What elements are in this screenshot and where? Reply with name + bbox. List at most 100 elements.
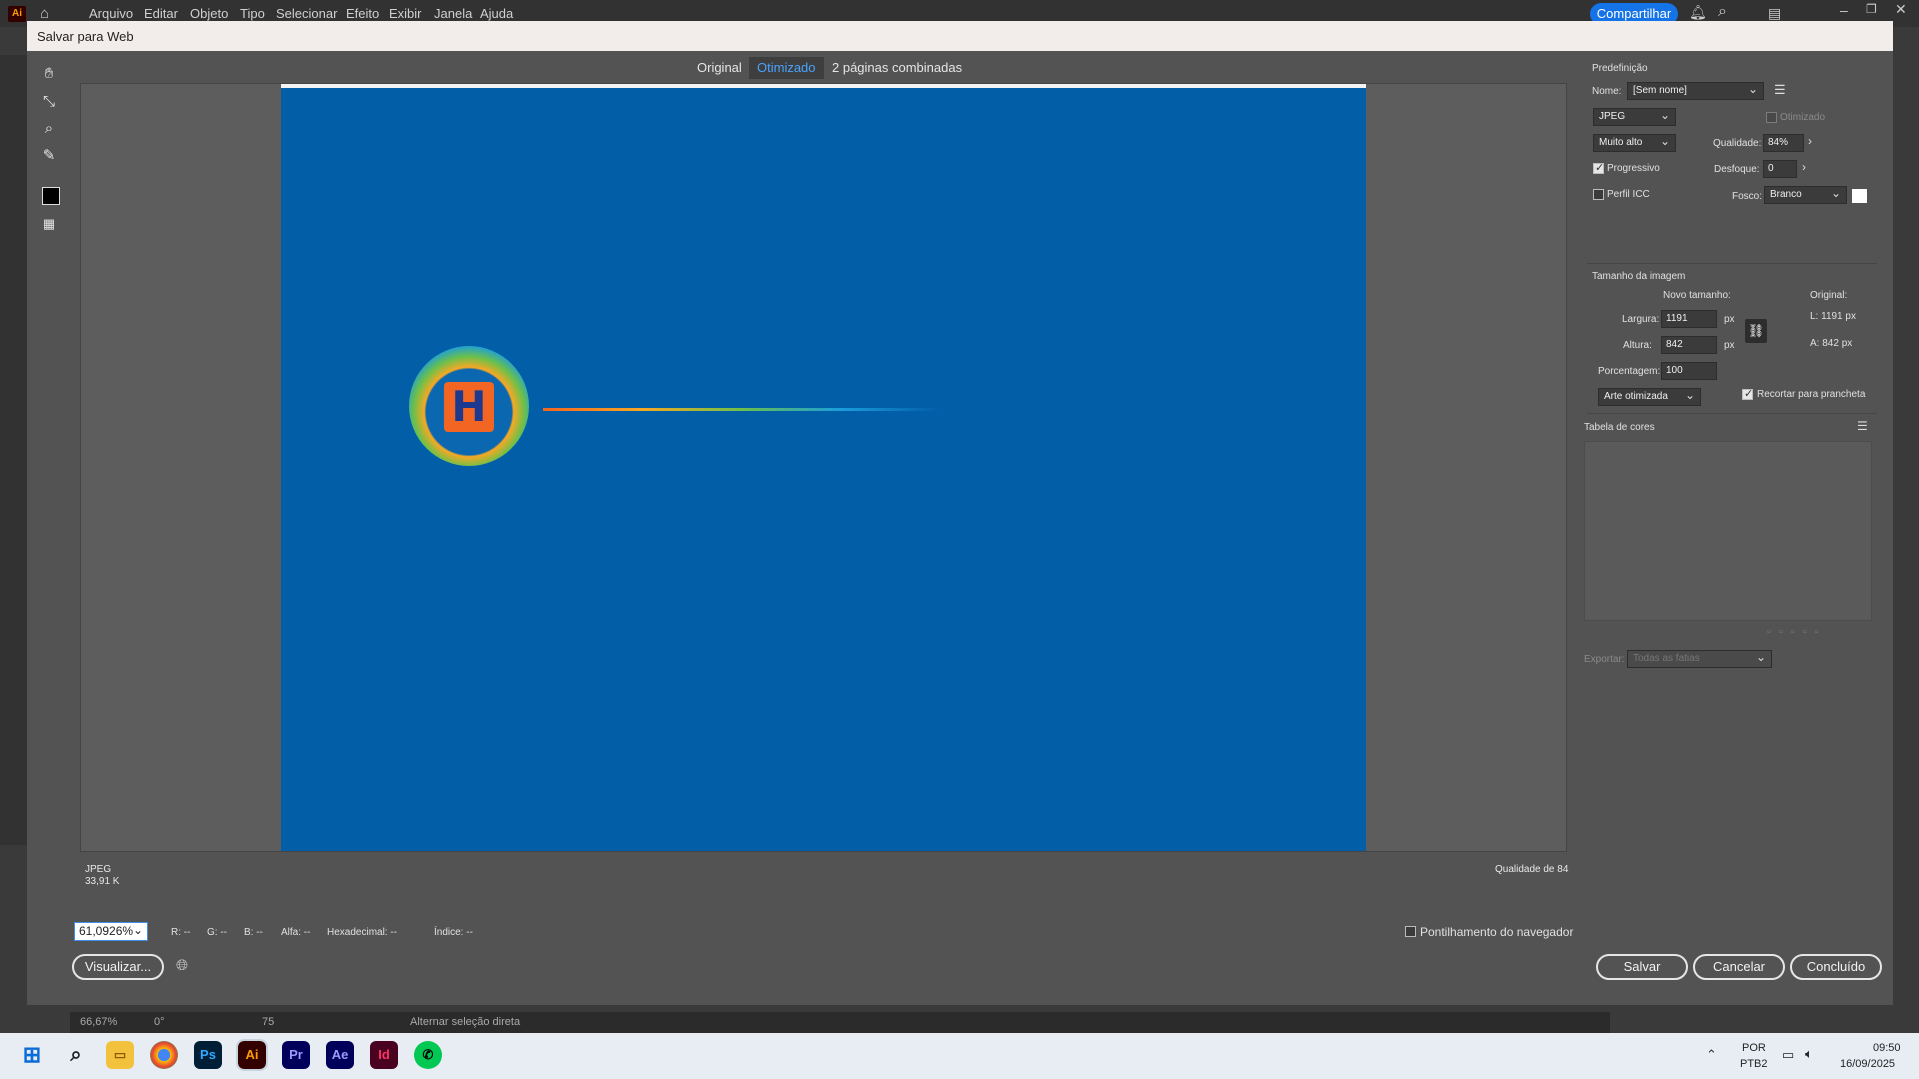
output-format: JPEG (85, 864, 112, 875)
panel-divider (1587, 263, 1877, 264)
clip-to-artboard-checkbox[interactable] (1742, 387, 1753, 400)
icc-profile-checkbox[interactable] (1593, 189, 1604, 200)
optimized-label: Otimizado (1780, 112, 1826, 123)
photoshop-icon[interactable]: Ps (194, 1041, 222, 1069)
toggle-slices-icon[interactable]: ▦ (37, 213, 61, 235)
status-page[interactable]: 75 (262, 1016, 274, 1028)
menu-efeito[interactable]: Efeito (346, 6, 379, 21)
output-quality-note: Qualidade de 84 (1495, 864, 1569, 875)
eyedropper-color-swatch[interactable] (42, 187, 60, 205)
illustrator-logo: Ai (8, 6, 26, 22)
matte-color-swatch[interactable] (1852, 189, 1867, 203)
network-icon[interactable]: ▭ (1782, 1047, 1794, 1063)
menu-selecionar[interactable]: Selecionar (276, 6, 337, 21)
color-table-heading: Tabela de cores (1584, 422, 1655, 433)
tab-optimized[interactable]: Otimizado (749, 57, 824, 79)
after-effects-icon[interactable]: Ae (326, 1041, 354, 1069)
icc-profile-label: Perfil ICC (1607, 189, 1650, 200)
zoom-tool-icon[interactable]: ⌕ (37, 118, 61, 140)
file-explorer-icon[interactable]: ▭ (106, 1041, 134, 1069)
quality-slider-arrow-icon[interactable]: › (1808, 134, 1812, 148)
color-table-grid[interactable] (1584, 441, 1872, 621)
eyedropper-tool-icon[interactable]: ✎ (37, 145, 61, 167)
panel-menu-icon[interactable]: ☰ (1774, 82, 1786, 98)
status-mode[interactable]: Alternar seleção direta (410, 1016, 520, 1028)
constrain-proportions-link-icon[interactable]: ⛓︎ (1745, 319, 1767, 343)
workspace-icon[interactable]: ▤ (1768, 5, 1781, 22)
blur-slider-arrow-icon[interactable]: › (1802, 160, 1806, 174)
maximize-icon[interactable]: ❐ (1866, 2, 1877, 16)
indesign-icon[interactable]: Id (370, 1041, 398, 1069)
preset-heading: Predefinição (1592, 63, 1648, 74)
tab-2-up[interactable]: 2 páginas combinadas (824, 57, 970, 79)
preset-name-dropdown[interactable]: [Sem nome] (1627, 81, 1764, 100)
volume-icon[interactable]: 🔈︎ (1805, 1046, 1813, 1062)
status-zoom[interactable]: 66,67% (80, 1016, 117, 1028)
readout-index: Índice: -- (434, 927, 473, 938)
readout-r: R: -- (171, 927, 191, 938)
panel-divider (1587, 413, 1877, 414)
preview-button[interactable]: Visualizar... (72, 954, 164, 980)
done-button[interactable]: Concluído (1790, 954, 1882, 980)
optimized-image-preview (281, 84, 1366, 851)
brand-logo-mark: H (444, 382, 494, 432)
quality-preset-dropdown[interactable]: Muito alto (1593, 133, 1676, 152)
menu-tipo[interactable]: Tipo (240, 6, 265, 21)
chevron-up-icon[interactable]: ⌃ (1706, 1047, 1717, 1063)
status-rotation[interactable]: 0° (154, 1016, 165, 1028)
home-icon[interactable]: ⌂ (40, 5, 49, 22)
slice-select-tool-icon[interactable]: ⤡ (37, 91, 61, 113)
export-label: Exportar: (1584, 654, 1625, 665)
save-button[interactable]: Salvar (1596, 954, 1688, 980)
globe-icon[interactable]: 🌐︎ (176, 957, 188, 974)
browser-dither-checkbox[interactable] (1405, 926, 1416, 937)
clip-to-artboard-label: Recortar para prancheta (1757, 389, 1866, 400)
language-indicator[interactable]: POR (1742, 1042, 1766, 1054)
menu-editar[interactable]: Editar (144, 6, 178, 21)
windows-start-icon[interactable]: ⊞ (18, 1041, 46, 1069)
menu-ajuda[interactable]: Ajuda (480, 6, 513, 21)
optimized-checkbox[interactable] (1766, 112, 1777, 123)
color-table-actions-icon: ▫▫▫▫▫ (1767, 626, 1827, 638)
search-icon[interactable]: ⌕ (62, 1041, 90, 1069)
quality-input[interactable]: 84% (1763, 134, 1804, 152)
menu-arquivo[interactable]: Arquivo (89, 6, 133, 21)
bell-icon[interactable]: 🔔︎ (1689, 4, 1707, 21)
menu-exibir[interactable]: Exibir (389, 6, 422, 21)
document-status-bar: 66,67% 0° 75 Alternar seleção direta (70, 1012, 1610, 1034)
tab-original[interactable]: Original (689, 57, 750, 79)
color-table-menu-icon[interactable]: ☰ (1857, 419, 1868, 433)
clock-date[interactable]: 16/09/2025 (1840, 1058, 1895, 1070)
progressive-checkbox[interactable] (1593, 161, 1604, 174)
cancel-button[interactable]: Cancelar (1693, 954, 1785, 980)
height-input[interactable]: 842 (1661, 336, 1717, 354)
width-input[interactable]: 1191 (1661, 310, 1717, 328)
premiere-icon[interactable]: Pr (282, 1041, 310, 1069)
matte-label: Fosco: (1732, 191, 1763, 202)
menu-objeto[interactable]: Objeto (190, 6, 228, 21)
illustrator-tools-panel (0, 55, 27, 845)
percent-label: Porcentagem: (1598, 366, 1661, 377)
original-size-label: Original: (1810, 290, 1848, 301)
height-unit: px (1724, 340, 1735, 351)
export-dropdown[interactable]: Todas as fatias (1627, 649, 1772, 668)
whatsapp-icon[interactable]: ✆ (414, 1041, 442, 1069)
original-width: L: 1191 px (1810, 311, 1856, 322)
search-icon[interactable]: ⌕ (1718, 3, 1727, 21)
clock-time[interactable]: 09:50 (1873, 1042, 1901, 1054)
blur-input[interactable]: 0 (1763, 160, 1797, 178)
chrome-icon[interactable] (150, 1041, 178, 1069)
chevron-down-icon[interactable]: ⌄ (133, 923, 143, 937)
menu-janela[interactable]: Janela (434, 6, 472, 21)
original-height: A: 842 px (1810, 338, 1853, 349)
readout-b: B: -- (244, 927, 263, 938)
hand-tool-icon[interactable]: ✋︎ (37, 63, 61, 85)
resample-dropdown[interactable]: Arte otimizada (1598, 387, 1701, 406)
close-icon[interactable]: ✕ (1895, 1, 1907, 18)
matte-dropdown[interactable]: Branco (1764, 185, 1847, 204)
illustrator-icon[interactable]: Ai (236, 1039, 268, 1071)
format-dropdown[interactable]: JPEG (1593, 107, 1676, 126)
minimize-icon[interactable]: – (1840, 2, 1848, 18)
keyboard-layout[interactable]: PTB2 (1740, 1058, 1768, 1070)
percent-input[interactable]: 100 (1661, 362, 1717, 380)
